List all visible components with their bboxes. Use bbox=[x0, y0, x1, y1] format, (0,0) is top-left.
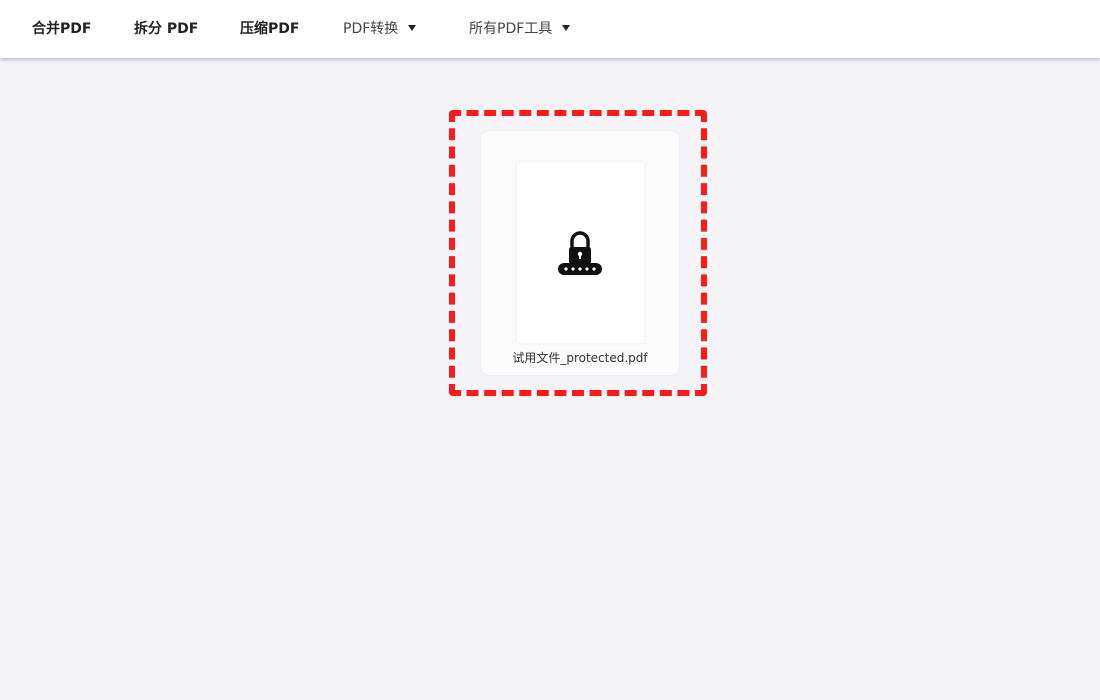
nav-all-tools-dropdown[interactable]: 所有PDF工具 bbox=[469, 0, 571, 58]
nav-compress-pdf[interactable]: 压缩PDF bbox=[240, 0, 299, 58]
lock-password-icon bbox=[558, 231, 602, 275]
caret-down-icon bbox=[562, 25, 571, 31]
caret-down-icon bbox=[408, 25, 417, 31]
nav-all-tools-label: 所有PDF工具 bbox=[469, 21, 553, 37]
nav-merge-pdf[interactable]: 合并PDF bbox=[32, 0, 91, 58]
top-navigation-bar: 合并PDF 拆分 PDF 压缩PDF PDF转换 所有PDF工具 bbox=[0, 0, 1100, 58]
nav-convert-pdf-dropdown[interactable]: PDF转换 bbox=[343, 0, 417, 58]
file-thumbnail bbox=[517, 162, 644, 343]
nav-split-pdf[interactable]: 拆分 PDF bbox=[134, 0, 198, 58]
file-card[interactable]: 试用文件_protected.pdf bbox=[481, 131, 679, 375]
file-name-label: 试用文件_protected.pdf bbox=[512, 351, 648, 365]
nav-convert-pdf-label: PDF转换 bbox=[343, 21, 399, 37]
